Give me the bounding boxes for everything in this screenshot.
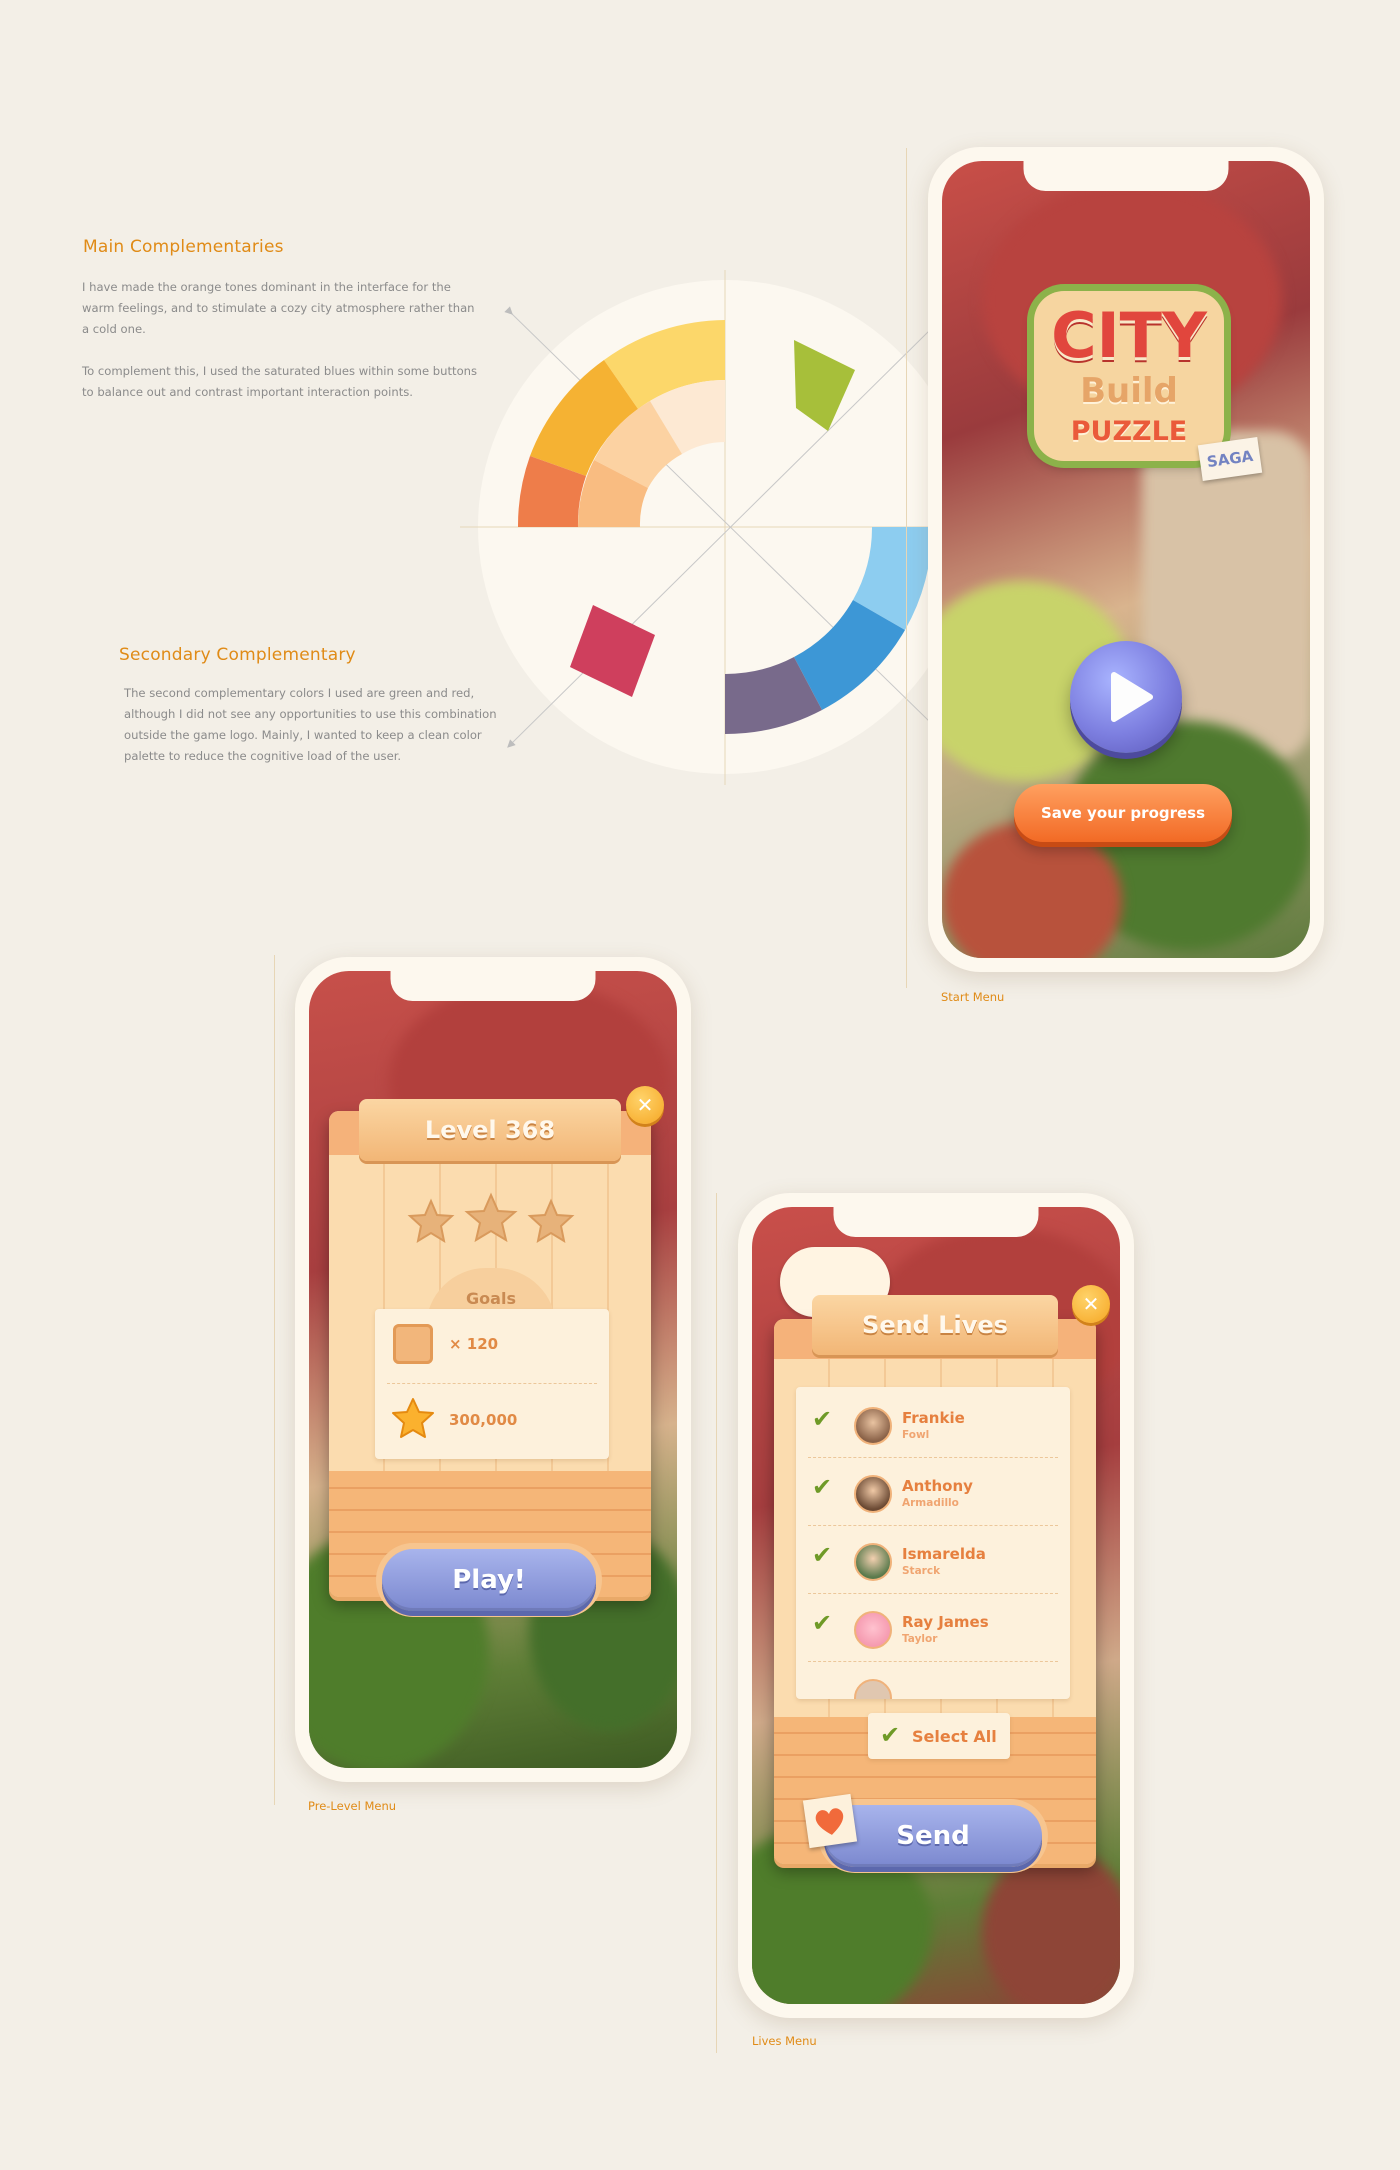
friend-name: Frankie (902, 1409, 965, 1427)
level-title-banner: Level 368 (359, 1099, 621, 1161)
start-menu-phone: CITY Build PUZZLE SAGA Save your progres… (928, 147, 1324, 972)
main-complementaries-text: I have made the orange tones dominant in… (82, 277, 482, 424)
brick-tile-icon (393, 1324, 433, 1364)
checkbox-checked-icon[interactable]: ✔ (812, 1405, 832, 1433)
avatar (854, 1407, 892, 1445)
close-button[interactable]: ✕ (1072, 1285, 1110, 1323)
phone-notch (833, 1207, 1039, 1237)
star-slot-3-icon (527, 1198, 575, 1244)
start-menu-screen: CITY Build PUZZLE SAGA Save your progres… (942, 161, 1310, 958)
friend-surname: Armadillo (902, 1497, 959, 1509)
save-progress-button[interactable]: Save your progress (1014, 784, 1232, 842)
start-menu-caption: Start Menu (941, 990, 1005, 1004)
star-slot-2-icon (464, 1192, 518, 1243)
star-slot-1-icon (407, 1198, 455, 1244)
phone-notch (390, 971, 596, 1001)
checkbox-checked-icon[interactable]: ✔ (812, 1541, 832, 1569)
guide-line-start (906, 148, 907, 988)
heart-icon (815, 1808, 844, 1835)
friend-row[interactable]: ✔ Anthony Armadillo (796, 1463, 1070, 1523)
logo-puzzle-text: PUZZLE (1070, 416, 1188, 447)
checkbox-checked-icon: ✔ (880, 1721, 901, 1749)
pre-level-screen: Level 368 ✕ Goals × 120 300,000 Play! (309, 971, 677, 1768)
send-lives-title-banner: Send Lives (812, 1295, 1058, 1355)
close-icon: ✕ (1082, 1292, 1100, 1316)
logo-city-text: CITY (1051, 299, 1207, 372)
friend-row[interactable]: ✔ Ray James Taylor (796, 1599, 1070, 1659)
play-button[interactable] (1070, 641, 1182, 753)
secondary-complementary-heading: Secondary Complementary (119, 645, 356, 665)
pre-level-phone: Level 368 ✕ Goals × 120 300,000 Play! (295, 957, 691, 1782)
color-wheel-diagram (460, 270, 980, 785)
guide-line-pre-level (274, 955, 275, 1805)
lives-menu-phone: Send Lives ✕ ✔ Frankie Fowl ✔ Anthony Ar… (738, 1193, 1134, 2018)
select-all-label: Select All (912, 1727, 997, 1746)
friend-surname: Starck (902, 1565, 941, 1577)
friends-list: ✔ Frankie Fowl ✔ Anthony Armadillo ✔ Ism… (796, 1387, 1070, 1699)
friend-surname: Fowl (902, 1429, 930, 1441)
main-complementaries-heading: Main Complementaries (83, 237, 284, 257)
play-level-button[interactable]: Play! (382, 1549, 596, 1611)
avatar (854, 1611, 892, 1649)
phone-notch (1023, 161, 1229, 191)
guide-line-lives (716, 1193, 717, 2053)
star-rating (407, 1192, 575, 1244)
secondary-complementary-text: The second complementary colors I used a… (124, 683, 508, 788)
checkbox-checked-icon[interactable]: ✔ (812, 1609, 832, 1637)
goals-label: Goals (466, 1289, 516, 1308)
friend-surname: Taylor (902, 1633, 938, 1645)
goal-tile-count: × 120 (449, 1335, 499, 1353)
checkbox-checked-icon[interactable]: ✔ (812, 1473, 832, 1501)
play-icon (1111, 672, 1153, 722)
friend-row[interactable]: ✔ Ismarelda Starck (796, 1531, 1070, 1591)
lives-menu-screen: Send Lives ✕ ✔ Frankie Fowl ✔ Anthony Ar… (752, 1207, 1120, 2004)
close-button[interactable]: ✕ (626, 1086, 664, 1124)
logo-build-text: Build (1080, 371, 1178, 411)
goal-score: 300,000 (449, 1411, 518, 1429)
pre-level-caption: Pre-Level Menu (308, 1799, 397, 1813)
main-paragraph-2: To complement this, I used the saturated… (82, 364, 478, 399)
avatar (854, 1543, 892, 1581)
game-logo: CITY Build PUZZLE (1034, 291, 1224, 461)
avatar (854, 1475, 892, 1513)
send-button[interactable]: Send (824, 1805, 1042, 1867)
friend-name: Ismarelda (902, 1545, 986, 1563)
heart-tag (802, 1793, 858, 1849)
star-icon (392, 1398, 434, 1438)
avatar (854, 1679, 892, 1699)
friend-row[interactable]: ✔ Frankie Fowl (796, 1395, 1070, 1455)
friend-name: Ray James (902, 1613, 989, 1631)
main-paragraph-1: I have made the orange tones dominant in… (82, 280, 475, 336)
lives-menu-caption: Lives Menu (752, 2034, 817, 2048)
close-icon: ✕ (636, 1093, 654, 1117)
select-all-button[interactable]: ✔ Select All (868, 1713, 1010, 1759)
secondary-paragraph-1: The second complementary colors I used a… (124, 686, 497, 763)
friend-name: Anthony (902, 1477, 973, 1495)
